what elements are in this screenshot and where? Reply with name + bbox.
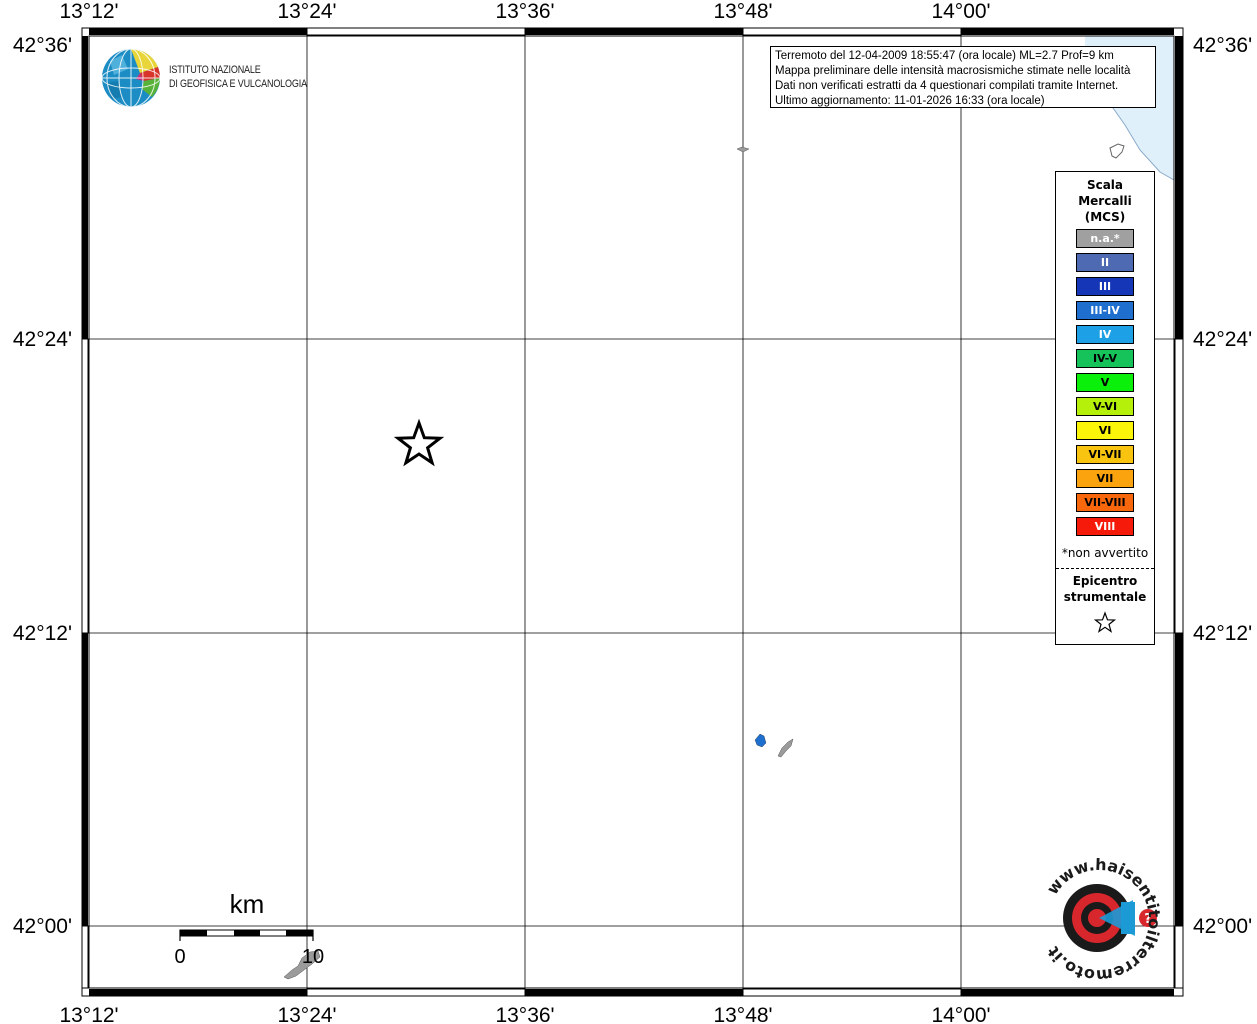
lat-label-left: 42°12' (13, 622, 72, 645)
legend-swatch: n.a.* (1076, 229, 1134, 248)
lat-label-left: 42°00' (13, 915, 72, 938)
legend-swatch: II (1076, 253, 1134, 272)
lat-label-right: 42°00' (1193, 915, 1252, 938)
legend-swatch: IV (1076, 325, 1134, 344)
legend-swatch: VIII (1076, 517, 1134, 536)
lat-label-left: 42°24' (13, 328, 72, 351)
legend-swatch: VII (1076, 469, 1134, 488)
ingv-globe-logo (101, 48, 161, 108)
legend-swatch: III-IV (1076, 301, 1134, 320)
locality-marker-na[interactable] (777, 738, 794, 758)
scale-tick-label: 0 (174, 946, 185, 968)
scale-tick-label: 10 (302, 946, 324, 968)
legend-title-line: Mercalli (1078, 194, 1132, 208)
map-frame (81, 27, 1184, 997)
legend-swatch: VI-VII (1076, 445, 1134, 464)
lon-label-bottom: 13°24' (277, 1004, 336, 1024)
locality-marker-na[interactable] (736, 146, 750, 153)
ingv-logo-line: DI GEOFISICA E VULCANOLOGIA (169, 78, 307, 90)
epicenter-star-icon[interactable] (393, 418, 445, 467)
lon-label-top: 14°00' (931, 0, 990, 23)
coast-locality (1109, 143, 1125, 159)
legend-swatch: V-VI (1076, 397, 1134, 416)
ingv-logo-text: ISTITUTO NAZIONALE DI GEOFISICA E VULCAN… (169, 63, 307, 91)
lat-label-left: 42°36' (13, 34, 72, 57)
info-line-updated: Ultimo aggiornamento: 11-01-2026 16:33 (… (775, 95, 1045, 107)
info-line-source: Dati non verificati estratti da 4 questi… (775, 80, 1119, 92)
legend-swatch: IV-V (1076, 349, 1134, 368)
lon-label-bottom: 13°12' (59, 1004, 118, 1024)
legend-swatch: VI (1076, 421, 1134, 440)
event-info-box: Terremoto del 12-04-2009 18:55:47 (ora l… (770, 46, 1156, 108)
lon-label-bottom: 13°48' (713, 1004, 772, 1024)
lon-label-top: 13°24' (277, 0, 336, 23)
legend-swatch: VII-VIII (1076, 493, 1134, 512)
ingv-logo-line: ISTITUTO NAZIONALE (169, 64, 261, 76)
lat-label-right: 42°36' (1193, 34, 1252, 57)
locality-marker-iii-iv[interactable] (754, 733, 767, 748)
legend-epicenter-line: strumentale (1063, 590, 1147, 604)
lon-label-top: 13°12' (59, 0, 118, 23)
info-line-description: Mappa preliminare delle intensità macros… (775, 65, 1131, 77)
lon-label-bottom: 13°36' (495, 1004, 554, 1024)
scale-bar: km 0 10 (174, 889, 324, 968)
legend-note: *non avvertito (1061, 546, 1149, 560)
legend-title: Scala Mercalli (MCS) (1056, 177, 1154, 225)
legend-title-line: (MCS) (1084, 210, 1126, 224)
legend-divider (1056, 568, 1154, 569)
lat-label-right: 42°24' (1193, 328, 1252, 351)
lon-label-bottom: 14°00' (931, 1004, 990, 1024)
haisentito-logo: ? www.haisentitoilterremoto.it (1043, 858, 1161, 982)
graticule (89, 36, 1174, 988)
info-line-event: Terremoto del 12-04-2009 18:55:47 (ora l… (775, 50, 1114, 62)
lon-label-top: 13°48' (713, 0, 772, 23)
legend-star-icon (1093, 611, 1117, 633)
legend-title-line: Scala (1086, 178, 1124, 192)
legend-swatch: V (1076, 373, 1134, 392)
legend-epicenter-line: Epicentro (1072, 574, 1138, 588)
lat-label-right: 42°12' (1193, 622, 1252, 645)
legend-epicenter-label: Epicentro strumentale (1056, 573, 1154, 605)
scale-unit-label: km (230, 889, 265, 919)
mcs-legend: Scala Mercalli (MCS) n.a.* II III III-IV IV I… (1055, 171, 1155, 645)
legend-swatch: III (1076, 277, 1134, 296)
lon-label-top: 13°36' (495, 0, 554, 23)
